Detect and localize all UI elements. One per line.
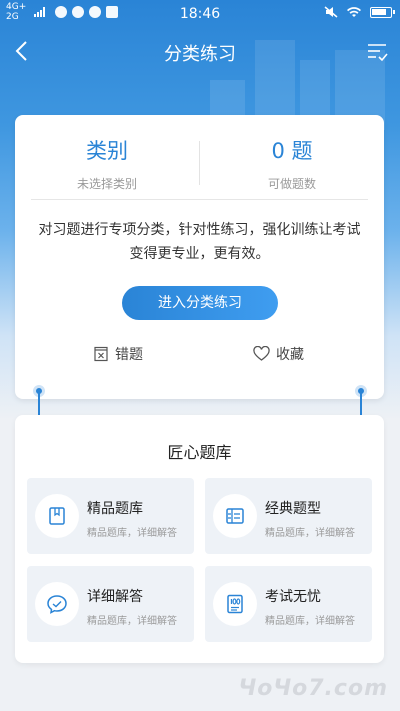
book-icon xyxy=(35,494,79,538)
page-title: 分类练习 xyxy=(164,44,236,65)
category-value: 类别 xyxy=(86,139,128,163)
tile-subtitle: 精品题库，详细解答 xyxy=(87,528,177,539)
description-text: 对习题进行专项分类，针对性练习，强化训练让考试变得更专业，更有效。 xyxy=(38,222,361,262)
wifi-icon xyxy=(347,7,361,17)
tile-subtitle: 精品题库，详细解答 xyxy=(265,528,355,539)
tile-title: 经典题型 xyxy=(265,501,321,517)
heart-icon xyxy=(253,346,270,361)
tile-classic-types[interactable]: 经典题型 精品题库，详细解答 xyxy=(205,478,372,554)
tile-premium-bank[interactable]: 精品题库 精品题库，详细解答 xyxy=(27,478,194,554)
question-count-value: 0 题 xyxy=(271,139,313,163)
tile-title: 详细解答 xyxy=(87,589,143,605)
tile-worry-free-exam[interactable]: 考试无忧 精品题库，详细解答 xyxy=(205,566,372,642)
chat-icon xyxy=(35,582,79,626)
status-right xyxy=(324,6,395,18)
tile-title: 精品题库 xyxy=(87,501,143,517)
favorites-button[interactable]: 收藏 xyxy=(253,344,304,364)
nav-bar: 分类练习 xyxy=(0,28,400,76)
divider xyxy=(31,199,368,200)
watermark-logo: ЧоЧо7.com xyxy=(238,676,388,701)
question-count-stat: 0 题 可做题数 xyxy=(200,135,384,192)
tile-subtitle: 精品题库，详细解答 xyxy=(87,616,177,627)
score-sheet-icon xyxy=(213,582,257,626)
status-bar: 4G+ 2G 18:46 xyxy=(0,0,400,28)
question-count-label: 可做题数 xyxy=(267,177,316,191)
battery-icon xyxy=(370,6,395,18)
tile-subtitle: 精品题库，详细解答 xyxy=(265,616,355,627)
mute-icon xyxy=(324,6,338,18)
tile-detailed-answers[interactable]: 详细解答 精品题库，详细解答 xyxy=(27,566,194,642)
enter-practice-button[interactable]: 进入分类练习 xyxy=(122,286,278,320)
list-icon xyxy=(213,494,257,538)
library-title: 匠心题库 xyxy=(167,443,232,462)
tile-title: 考试无忧 xyxy=(265,589,321,605)
category-label: 未选择类别 xyxy=(76,177,137,191)
wrong-label: 错题 xyxy=(115,347,143,363)
library-card: 匠心题库 精品题库 精品题库，详细解答 经典题型 精品题库，详细解答 详细解答 … xyxy=(15,415,384,663)
wrong-book-icon xyxy=(94,346,108,362)
favorite-label: 收藏 xyxy=(276,347,304,363)
wrong-questions-button[interactable]: 错题 xyxy=(93,344,143,364)
summary-card: 类别 未选择类别 0 题 可做题数 对习题进行专项分类，针对性练习，强化训练让考… xyxy=(15,115,384,399)
category-stat[interactable]: 类别 未选择类别 xyxy=(15,135,199,192)
list-check-icon[interactable] xyxy=(366,42,388,62)
